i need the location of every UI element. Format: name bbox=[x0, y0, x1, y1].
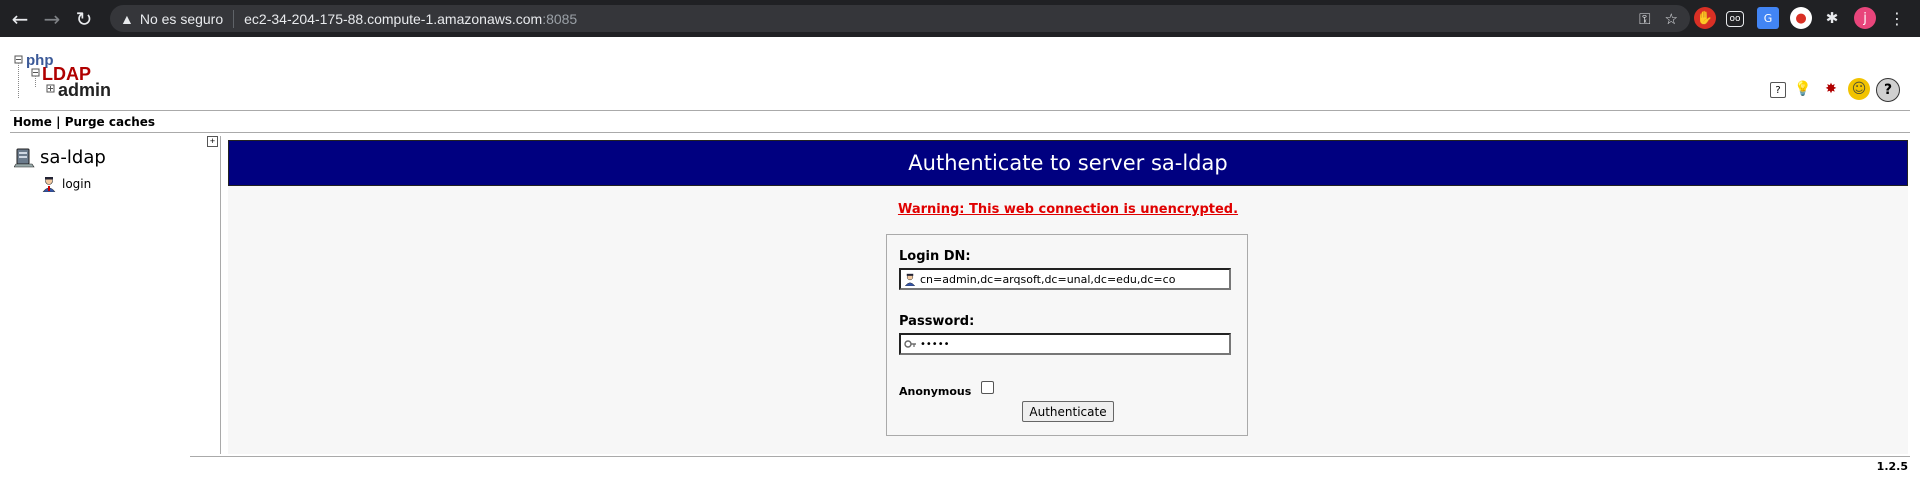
user-icon bbox=[902, 272, 918, 286]
menu-kebab-icon[interactable]: ⋮ bbox=[1886, 7, 1908, 29]
red-extension-icon[interactable]: ● bbox=[1790, 7, 1812, 29]
help-box-icon[interactable]: ? bbox=[1770, 82, 1786, 98]
top-icon-bar: ? 💡 ✸ ☺ ? bbox=[1770, 78, 1900, 102]
tree-server-item[interactable]: sa-ldap bbox=[14, 146, 106, 168]
password-value[interactable]: ••••• bbox=[920, 339, 950, 350]
login-dn-value[interactable]: cn=admin,dc=arqsoft,dc=unal,dc=edu,dc=co bbox=[920, 273, 1175, 286]
server-icon bbox=[14, 148, 35, 168]
tree-login-label[interactable]: login bbox=[62, 177, 91, 191]
main-panel: Authenticate to server sa-ldap Warning: … bbox=[228, 140, 1908, 454]
adblock-extension-icon[interactable]: ✋ bbox=[1694, 7, 1716, 29]
home-link[interactable]: Home bbox=[13, 115, 52, 129]
server-tree: + sa-ldap login bbox=[10, 136, 221, 454]
forward-icon[interactable]: → bbox=[40, 7, 64, 31]
reload-icon[interactable]: ↻ bbox=[72, 7, 96, 31]
expand-icon[interactable]: + bbox=[207, 136, 218, 147]
anonymous-label: Anonymous bbox=[899, 385, 972, 398]
address-divider bbox=[233, 9, 235, 28]
phpldapadmin-logo[interactable]: php LDAP admin bbox=[12, 50, 122, 102]
menu-top-divider bbox=[10, 110, 1910, 111]
security-label[interactable]: No es seguro bbox=[140, 11, 223, 27]
password-label: Password: bbox=[899, 314, 975, 329]
anonymous-checkbox[interactable] bbox=[981, 381, 994, 394]
login-form: Login DN: cn=admin,dc=arqsoft,dc=unal,dc… bbox=[886, 234, 1248, 436]
authenticate-button[interactable]: Authenticate bbox=[1022, 401, 1114, 422]
help-icon[interactable]: ? bbox=[1876, 78, 1900, 102]
tree-login-item[interactable]: login bbox=[42, 176, 91, 192]
url-host[interactable]: ec2-34-204-175-88.compute-1.amazonaws.co… bbox=[244, 11, 542, 27]
purge-caches-link[interactable]: Purge caches bbox=[65, 115, 155, 129]
menu-separator: | bbox=[56, 115, 61, 129]
extensions-puzzle-icon[interactable]: ✱ bbox=[1821, 7, 1843, 29]
top-menu: Home | Purge caches bbox=[13, 115, 155, 129]
menu-bottom-divider bbox=[10, 132, 1910, 133]
smiley-icon[interactable]: ☺ bbox=[1848, 78, 1870, 100]
footer-divider bbox=[190, 456, 1910, 457]
login-dn-input[interactable]: cn=admin,dc=arqsoft,dc=unal,dc=edu,dc=co bbox=[899, 268, 1231, 290]
bug-icon[interactable]: ✸ bbox=[1820, 78, 1842, 100]
not-secure-icon[interactable]: ▲ bbox=[120, 11, 134, 27]
page-title: Authenticate to server sa-ldap bbox=[228, 140, 1908, 186]
star-icon[interactable]: ☆ bbox=[1665, 10, 1678, 28]
profile-avatar[interactable]: j bbox=[1854, 7, 1876, 29]
key-icon bbox=[902, 337, 918, 351]
key-icon[interactable]: ⚿ bbox=[1639, 10, 1650, 28]
address-bar[interactable]: ▲ No es seguro ec2-34-204-175-88.compute… bbox=[110, 5, 1690, 32]
url-port[interactable]: :8085 bbox=[542, 11, 577, 27]
password-input[interactable]: ••••• bbox=[899, 333, 1231, 355]
tree-server-label[interactable]: sa-ldap bbox=[40, 147, 106, 168]
unencrypted-warning: Warning: This web connection is unencryp… bbox=[897, 202, 1239, 217]
lightbulb-icon[interactable]: 💡 bbox=[1792, 78, 1814, 100]
browser-toolbar: ← → ↻ ▲ No es seguro ec2-34-204-175-88.c… bbox=[0, 0, 1920, 37]
translate-extension-icon[interactable]: G bbox=[1757, 7, 1779, 29]
version-label: 1.2.5 bbox=[1876, 460, 1908, 473]
back-icon[interactable]: ← bbox=[8, 7, 32, 31]
window-extension-icon[interactable]: oo bbox=[1726, 11, 1744, 27]
user-icon bbox=[42, 177, 56, 192]
login-dn-label: Login DN: bbox=[899, 249, 971, 264]
logo-admin: admin bbox=[58, 80, 111, 100]
